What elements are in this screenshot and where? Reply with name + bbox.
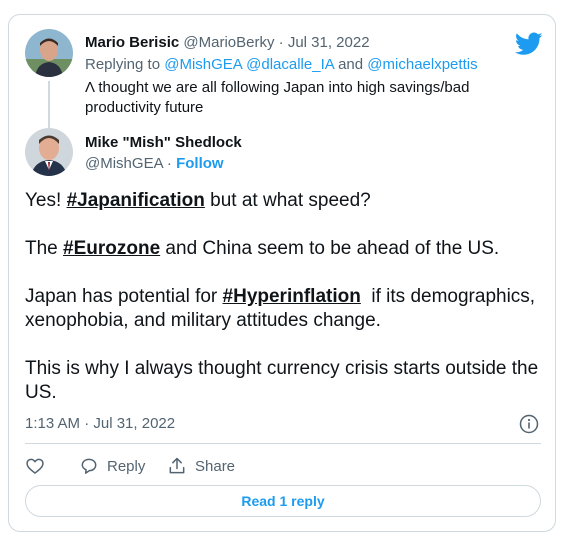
share-arrow-icon [169, 457, 185, 474]
tweet-text: The [25, 238, 64, 259]
parent-author-name[interactable]: Mario Berisic [85, 34, 179, 51]
hashtag-link[interactable]: #Eurozone [63, 238, 160, 259]
thread-connector-line [48, 81, 50, 131]
share-button[interactable]: Share [167, 456, 235, 476]
parent-tweet-text: Λ thought we are all following Japan int… [85, 79, 470, 116]
speech-bubble-icon [81, 458, 97, 474]
heart-icon [26, 458, 44, 474]
mention-link[interactable]: @michaelxpettis [367, 56, 477, 73]
tweet-paragraph: The #Eurozone and China seem to be ahead… [25, 237, 545, 261]
avatar[interactable] [25, 29, 73, 77]
tweet-paragraph: Japan has potential for #Hyperinflation … [25, 285, 545, 333]
mention-joiner: and [338, 56, 364, 73]
replying-to-line: Replying to @MishGEA @dlacalle_IA and @m… [85, 56, 478, 73]
parent-author-handle[interactable]: @MarioBerky [183, 34, 274, 51]
read-replies-button[interactable]: Read 1 reply [25, 485, 541, 517]
tweet-embed-card: Mario Berisic @MarioBerky · Jul 31, 2022… [8, 14, 556, 532]
reply-label: Reply [107, 457, 146, 475]
tweet-paragraph: Yes! #Japanification but at what speed? [25, 189, 545, 213]
author-name[interactable]: Mike "Mish" Shedlock [85, 134, 242, 151]
share-label: Share [195, 457, 236, 475]
twitter-bird-icon[interactable] [515, 32, 543, 56]
separator-dot: · [166, 155, 172, 172]
like-button[interactable] [25, 456, 45, 476]
parent-tweet-header: Mario Berisic @MarioBerky · Jul 31, 2022 [85, 34, 370, 51]
follow-button[interactable]: Follow [176, 155, 224, 172]
tweet-paragraph: This is why I always thought currency cr… [25, 358, 539, 403]
divider [25, 443, 541, 444]
tweet-text: and China seem to be ahead of the US. [160, 238, 500, 259]
avatar[interactable] [25, 128, 73, 176]
info-icon[interactable] [519, 414, 539, 434]
author-handle[interactable]: @MishGEA [85, 155, 163, 172]
tweet-text: Japan has potential for [25, 286, 223, 307]
author-handle-line: @MishGEA · Follow [85, 155, 224, 172]
hashtag-link[interactable]: #Japanification [67, 190, 205, 211]
mention-link[interactable]: @dlacalle_IA [246, 56, 334, 73]
hashtag-link[interactable]: #Hyperinflation [223, 286, 361, 307]
replying-prefix: Replying to [85, 56, 161, 73]
tweet-text: Yes! [25, 190, 67, 211]
tweet-timestamp[interactable]: 1:13 AM · Jul 31, 2022 [25, 415, 175, 432]
reply-button[interactable]: Reply [79, 456, 145, 476]
separator-dot: · [278, 34, 284, 51]
mention-link[interactable]: @MishGEA [164, 56, 242, 73]
tweet-text: but at what speed? [204, 190, 371, 211]
parent-tweet-date[interactable]: Jul 31, 2022 [288, 34, 370, 51]
